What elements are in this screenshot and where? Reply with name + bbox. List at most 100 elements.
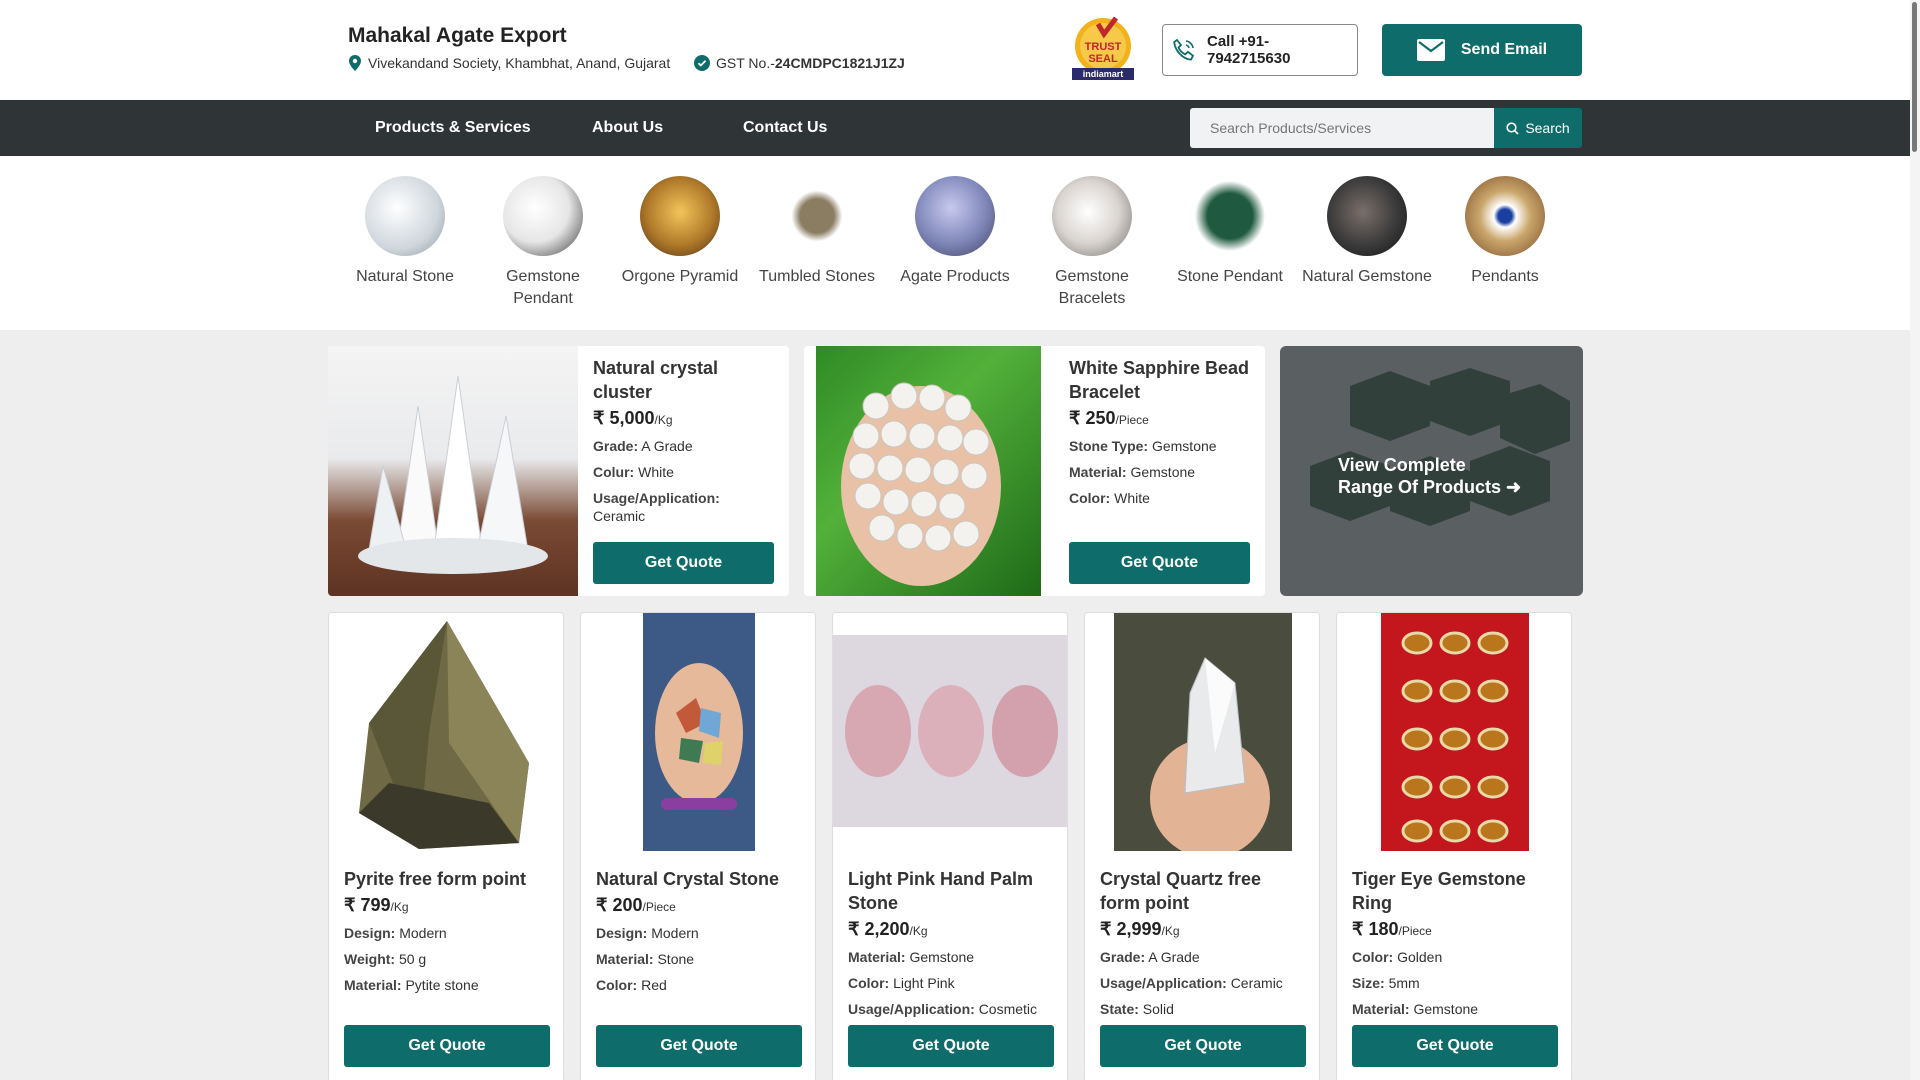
verified-check-icon <box>694 55 710 71</box>
category-label: Gemstone Bracelets <box>1055 268 1129 307</box>
category-label: Gemstone Pendant <box>506 268 580 307</box>
product-price: ₹ 250/Piece <box>1069 408 1149 428</box>
category-label: Agate Products <box>900 268 1010 285</box>
arrow-right-icon: ➜ <box>1506 477 1522 497</box>
product-attr: Color: White <box>1069 490 1150 506</box>
category-thumb <box>503 176 583 256</box>
category-item[interactable]: Gemstone Bracelets <box>1027 176 1157 310</box>
product-card[interactable]: Crystal Quartz free form point ₹ 2,999/K… <box>1084 612 1320 1080</box>
get-quote-button[interactable]: Get Quote <box>593 542 774 584</box>
page-scrollbar[interactable] <box>1910 0 1920 1080</box>
trust-text-2: SEAL <box>1088 53 1118 65</box>
product-title[interactable]: Natural Crystal Stone <box>596 867 802 891</box>
category-item[interactable]: Gemstone Pendant <box>478 176 608 310</box>
tiger-eye-rings-illustration <box>1381 613 1529 851</box>
product-attr: Color: Light Pink <box>848 975 955 991</box>
category-item[interactable]: Stone Pendant <box>1165 176 1295 288</box>
category-label: Natural Stone <box>356 268 454 285</box>
gst-row: GST No.-24CMDPC1821J1ZJ <box>694 55 905 71</box>
category-item[interactable]: Agate Products <box>890 176 1020 288</box>
nav-contact-us[interactable]: Contact Us <box>743 100 827 156</box>
product-image[interactable] <box>1337 613 1571 851</box>
product-attr: Material: Gemstone <box>1352 1001 1479 1017</box>
product-area: Natural crystal cluster ₹ 5,000/Kg Grade… <box>0 330 1910 1080</box>
product-card[interactable]: Light Pink Hand Palm Stone ₹ 2,200/Kg Ma… <box>832 612 1068 1080</box>
product-image[interactable] <box>833 613 1067 851</box>
trust-seal-badge[interactable]: TRUST SEAL indiamart <box>1068 16 1138 80</box>
category-thumb <box>1052 176 1132 256</box>
category-item[interactable]: Natural Stone <box>340 176 470 288</box>
featured-product-card[interactable]: White Sapphire Bead Bracelet ₹ 250/Piece… <box>804 346 1265 596</box>
product-image[interactable] <box>816 346 1041 596</box>
get-quote-button[interactable]: Get Quote <box>848 1025 1054 1067</box>
bracelet-illustration <box>841 382 1001 586</box>
product-price: ₹ 2,999/Kg <box>1100 919 1180 939</box>
search-input[interactable] <box>1190 108 1494 148</box>
product-image[interactable] <box>581 613 815 851</box>
product-price: ₹ 180/Piece <box>1352 919 1432 939</box>
get-quote-button[interactable]: Get Quote <box>1352 1025 1558 1067</box>
product-image[interactable] <box>1085 613 1319 858</box>
trust-seal-icon: TRUST SEAL indiamart <box>1072 16 1134 80</box>
product-attr: Color: Golden <box>1352 949 1443 965</box>
hand-stones-illustration <box>643 613 755 851</box>
call-button[interactable]: Call +91- 7942715630 <box>1162 24 1358 76</box>
product-attr: Usage/Application: Cosmetic <box>848 1001 1038 1017</box>
address-row: Vivekandand Society, Khambhat, Anand, Gu… <box>348 55 670 71</box>
product-price: ₹ 799/Kg <box>344 895 409 915</box>
category-thumb <box>365 176 445 256</box>
product-attr: Weight: 50 g <box>344 951 427 967</box>
product-price: ₹ 2,200/Kg <box>848 919 928 939</box>
search-button-label: Search <box>1525 120 1570 136</box>
category-item[interactable]: Tumbled Stones <box>752 176 882 288</box>
company-name[interactable]: Mahakal Agate Export <box>348 24 567 48</box>
quartz-point-illustration <box>1114 613 1292 858</box>
nav-about-us[interactable]: About Us <box>592 100 663 156</box>
product-title[interactable]: Light Pink Hand Palm Stone <box>848 867 1054 915</box>
product-title[interactable]: Pyrite free form point <box>344 867 550 891</box>
gst-number: 24CMDPC1821J1ZJ <box>774 55 905 71</box>
get-quote-button[interactable]: Get Quote <box>1100 1025 1306 1067</box>
get-quote-button[interactable]: Get Quote <box>1069 542 1250 584</box>
call-label: Call +91- <box>1207 33 1270 50</box>
category-item[interactable]: Pendants <box>1440 176 1570 288</box>
search-button[interactable]: Search <box>1494 108 1582 148</box>
crystal-illustration <box>358 375 548 574</box>
category-thumb <box>1327 176 1407 256</box>
get-quote-button[interactable]: Get Quote <box>344 1025 550 1067</box>
scrollbar-thumb[interactable] <box>1912 2 1917 152</box>
category-thumb <box>777 176 857 256</box>
category-thumb <box>915 176 995 256</box>
send-email-button[interactable]: Send Email <box>1382 24 1582 76</box>
category-item[interactable]: Orgone Pyramid <box>615 176 745 288</box>
phone-icon <box>1173 38 1195 61</box>
product-attr: Design: Modern <box>344 925 447 941</box>
address-text: Vivekandand Society, Khambhat, Anand, Gu… <box>368 55 671 71</box>
product-title[interactable]: Natural crystal cluster <box>593 356 773 404</box>
product-price: ₹ 5,000/Kg <box>593 408 673 428</box>
nav-products-services[interactable]: Products & Services <box>375 100 531 156</box>
get-quote-button[interactable]: Get Quote <box>596 1025 802 1067</box>
product-attr: Material: Gemstone <box>1069 464 1196 480</box>
product-attr: Design: Modern <box>596 925 699 941</box>
mail-icon <box>1416 39 1445 61</box>
category-thumb <box>1190 176 1270 256</box>
product-attr: Material: Gemstone <box>848 949 975 965</box>
product-image[interactable] <box>328 346 578 596</box>
category-label: Natural Gemstone <box>1302 268 1432 285</box>
category-item[interactable]: Natural Gemstone <box>1302 176 1432 288</box>
product-title[interactable]: Crystal Quartz free form point <box>1100 867 1306 915</box>
product-attr: Colur: White <box>593 464 674 480</box>
site-header: Mahakal Agate Export Vivekandand Society… <box>0 0 1910 100</box>
product-attr: State: Solid <box>1100 1001 1174 1017</box>
product-card[interactable]: Natural Crystal Stone ₹ 200/Piece Design… <box>580 612 816 1080</box>
featured-product-card[interactable]: Natural crystal cluster ₹ 5,000/Kg Grade… <box>328 346 789 596</box>
product-title[interactable]: White Sapphire Bead Bracelet <box>1069 356 1254 404</box>
product-attr: Material: Pytite stone <box>344 977 479 993</box>
product-image[interactable] <box>329 613 563 851</box>
product-card[interactable]: Tiger Eye Gemstone Ring ₹ 180/Piece Colo… <box>1336 612 1572 1080</box>
product-title[interactable]: Tiger Eye Gemstone Ring <box>1352 867 1558 915</box>
product-card[interactable]: Pyrite free form point ₹ 799/Kg Design: … <box>328 612 564 1080</box>
view-complete-range-card[interactable]: View Complete Range Of Products ➜ <box>1280 346 1583 596</box>
product-attr: Size: 5mm <box>1352 975 1420 991</box>
